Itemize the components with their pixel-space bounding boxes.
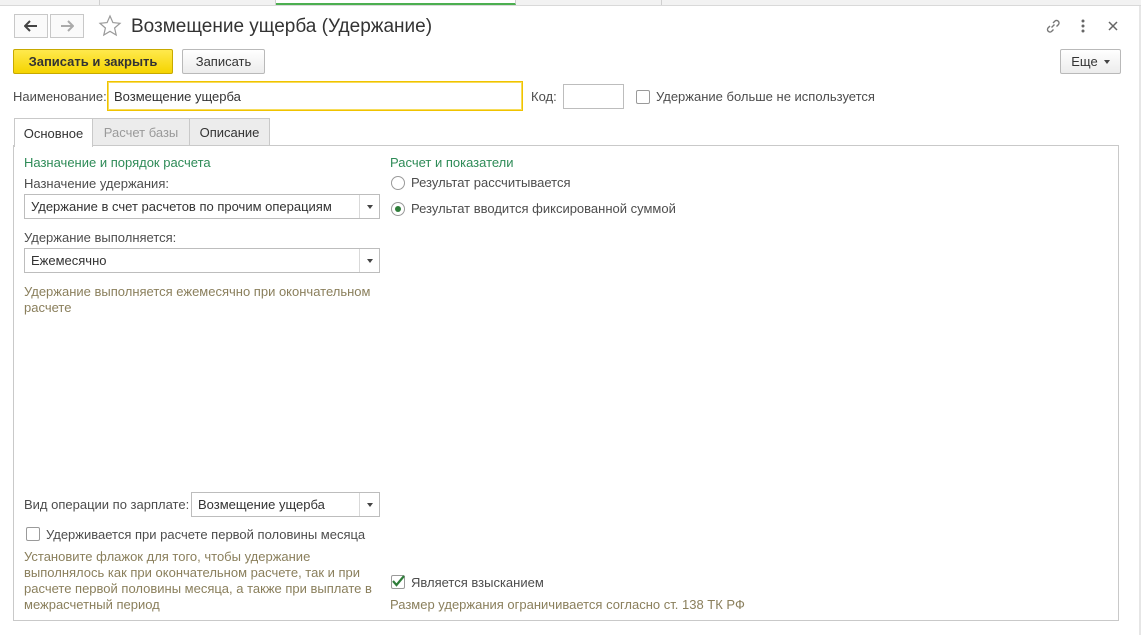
page-title: Возмещение ущерба (Удержание) — [131, 16, 433, 37]
tab-main[interactable]: Основное — [14, 118, 93, 147]
forward-button[interactable] — [50, 14, 84, 38]
window-tab-active[interactable] — [276, 0, 516, 5]
penalty-checkbox[interactable] — [391, 575, 405, 589]
frequency-select[interactable]: Ежемесячно — [24, 248, 380, 273]
operation-type-value: Возмещение ущерба — [198, 497, 325, 512]
purpose-select-value: Удержание в счет расчетов по прочим опер… — [31, 199, 332, 214]
chevron-down-icon — [1103, 59, 1110, 64]
star-icon — [98, 14, 122, 37]
chevron-down-icon — [366, 204, 373, 209]
frequency-hint: Удержание выполняется ежемесячно при око… — [24, 284, 371, 315]
more-button-label: Еще — [1071, 54, 1098, 69]
radio-fixed-amount[interactable] — [391, 202, 405, 216]
purpose-select[interactable]: Удержание в счет расчетов по прочим опер… — [24, 194, 380, 219]
link-button[interactable] — [1043, 16, 1063, 36]
window-tab-strip — [0, 0, 1141, 6]
back-button[interactable] — [14, 14, 48, 38]
calculation-section-title: Расчет и показатели — [390, 155, 514, 170]
name-field[interactable]: Возмещение ущерба — [107, 81, 523, 111]
first-half-hint: Установите флажок для того, чтобы удержа… — [24, 549, 372, 612]
dropdown-button[interactable] — [359, 493, 379, 516]
not-used-checkbox[interactable] — [636, 90, 650, 104]
check-icon — [392, 575, 405, 587]
penalty-label: Является взысканием — [411, 575, 544, 590]
radio-calculated-label: Результат рассчитывается — [411, 175, 571, 190]
operation-type-label: Вид операции по зарплате: — [24, 497, 190, 512]
more-actions-button[interactable] — [1073, 16, 1093, 36]
code-label: Код: — [531, 89, 557, 104]
window-tab[interactable] — [0, 0, 100, 5]
arrow-left-icon — [24, 20, 37, 32]
vertical-dots-icon — [1081, 19, 1085, 33]
penalty-hint: Размер удержания ограничивается согласно… — [390, 597, 745, 612]
radio-calculated[interactable] — [391, 176, 405, 190]
chevron-down-icon — [366, 258, 373, 263]
frequency-select-value: Ежемесячно — [31, 253, 107, 268]
window-tab[interactable] — [100, 0, 276, 5]
purpose-section-title: Назначение и порядок расчета — [24, 155, 211, 170]
more-button[interactable]: Еще — [1060, 49, 1121, 74]
close-button[interactable] — [1103, 16, 1123, 36]
close-icon — [1108, 21, 1118, 31]
frequency-label: Удержание выполняется: — [24, 230, 177, 245]
tab-base-calculation[interactable]: Расчет базы — [92, 118, 190, 146]
first-half-checkbox[interactable] — [26, 527, 40, 541]
save-button[interactable]: Записать — [182, 49, 265, 74]
tab-description[interactable]: Описание — [189, 118, 270, 146]
first-half-label: Удерживается при расчете первой половины… — [46, 527, 366, 542]
window-tab[interactable] — [516, 0, 662, 5]
dropdown-button[interactable] — [359, 249, 379, 272]
favorite-button[interactable] — [98, 14, 124, 40]
purpose-label: Назначение удержания: — [24, 176, 169, 191]
arrow-right-icon — [61, 20, 74, 32]
chevron-down-icon — [366, 502, 373, 507]
save-and-close-button[interactable]: Записать и закрыть — [13, 49, 173, 74]
not-used-label: Удержание больше не используется — [656, 89, 875, 104]
dropdown-button[interactable] — [359, 195, 379, 218]
code-field[interactable] — [563, 84, 624, 109]
radio-fixed-amount-label: Результат вводится фиксированной суммой — [411, 201, 676, 216]
operation-type-select[interactable]: Возмещение ущерба — [191, 492, 380, 517]
name-label: Наименование: — [13, 89, 107, 104]
link-icon — [1046, 19, 1060, 33]
